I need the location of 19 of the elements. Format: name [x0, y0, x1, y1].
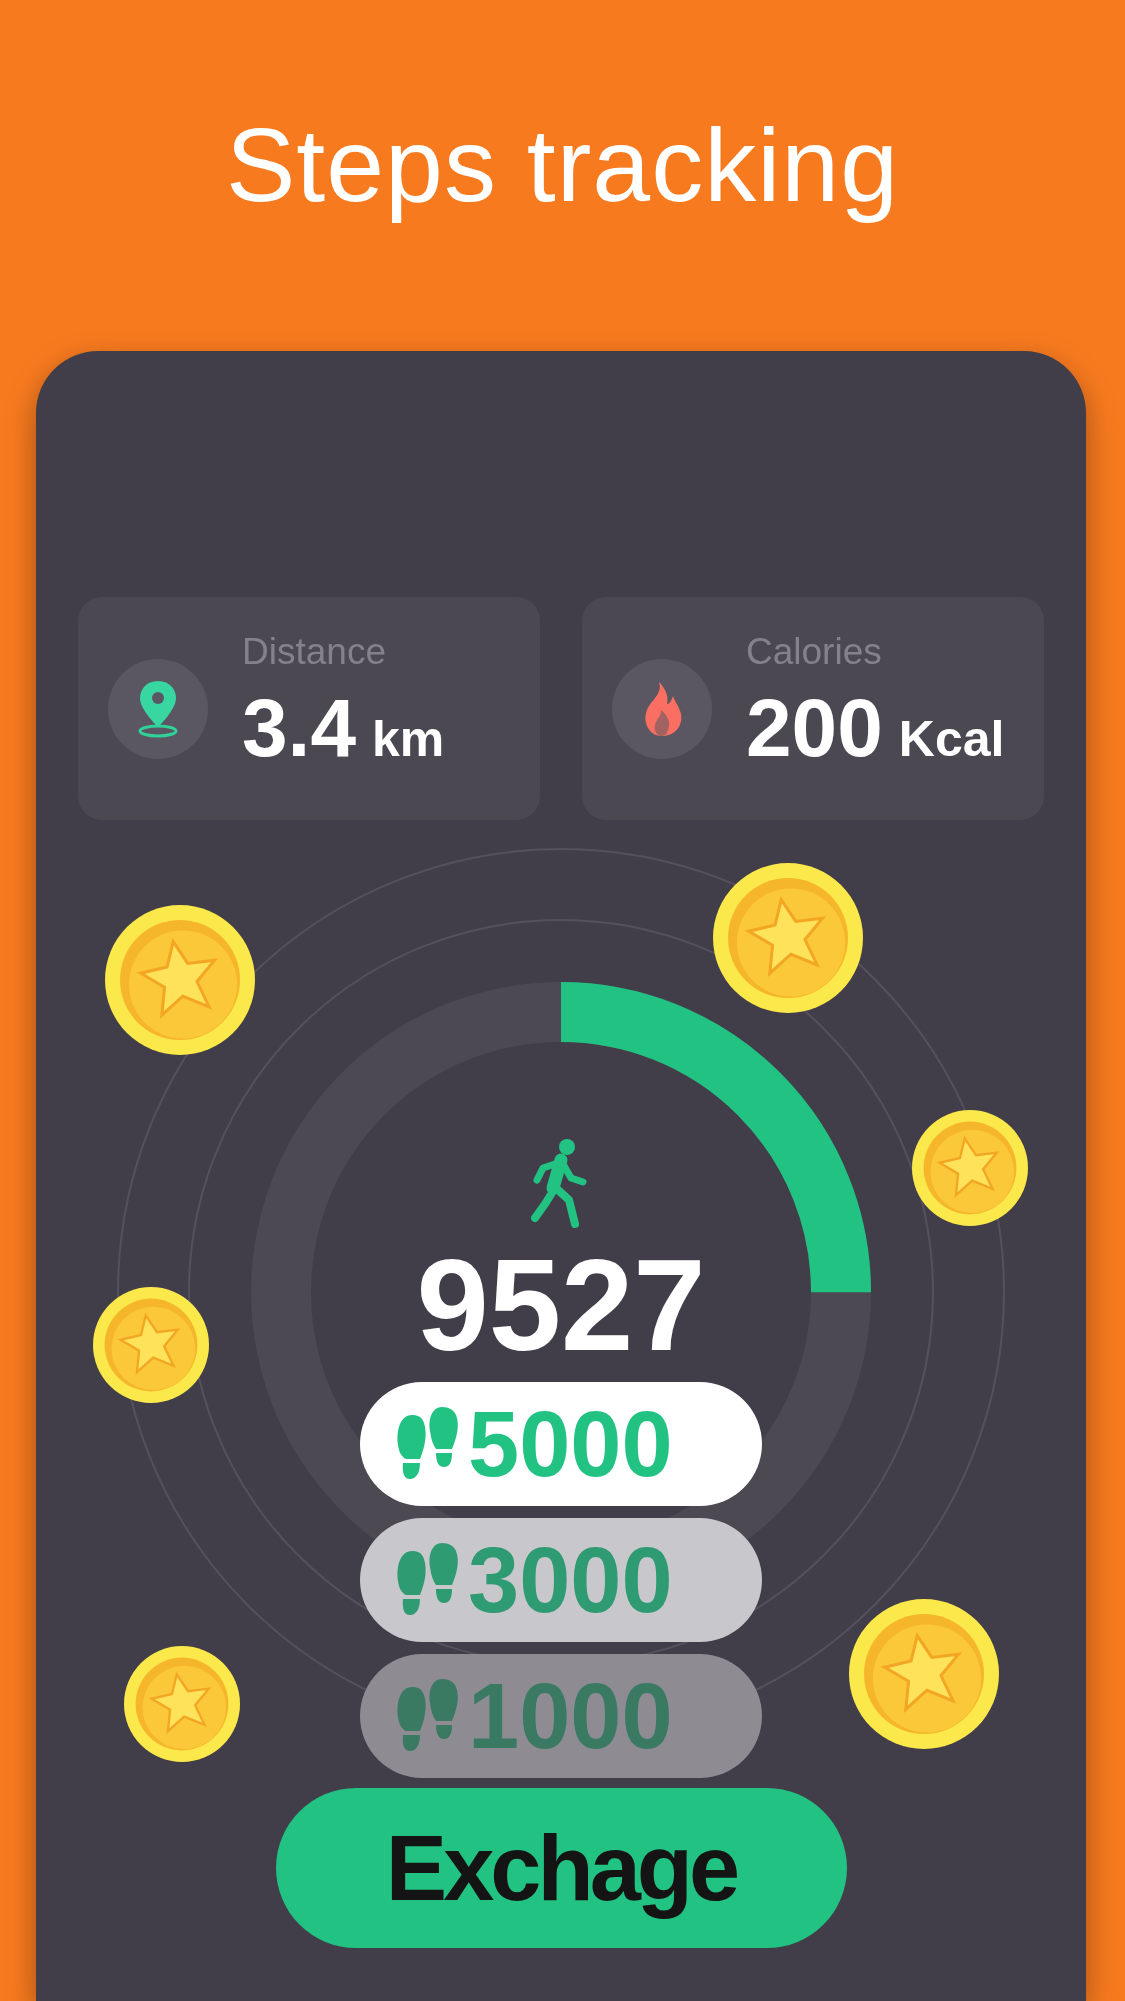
- stat-value: 3.4: [242, 686, 356, 769]
- coin-icon: [849, 1599, 999, 1749]
- stat-value: 200: [746, 686, 883, 769]
- location-pin-icon: [136, 678, 180, 739]
- stat-unit: km: [372, 713, 445, 764]
- coin-icon: [912, 1110, 1028, 1226]
- step-count: 9527: [416, 1240, 706, 1370]
- page-title: Steps tracking: [226, 108, 899, 223]
- coin-icon: [124, 1646, 240, 1762]
- stat-label: Distance: [242, 630, 387, 673]
- reward-option[interactable]: 5000: [360, 1382, 762, 1506]
- coin-icon: [93, 1287, 209, 1403]
- stat-unit: Kcal: [898, 713, 1005, 764]
- reward-option[interactable]: 1000: [360, 1654, 762, 1778]
- stat-label: Calories: [746, 630, 883, 673]
- exchange-button[interactable]: Exchage: [275, 1788, 847, 1948]
- coin-icon: [105, 905, 255, 1055]
- coin-icon: [713, 863, 863, 1013]
- reward-option[interactable]: 3000: [360, 1518, 762, 1642]
